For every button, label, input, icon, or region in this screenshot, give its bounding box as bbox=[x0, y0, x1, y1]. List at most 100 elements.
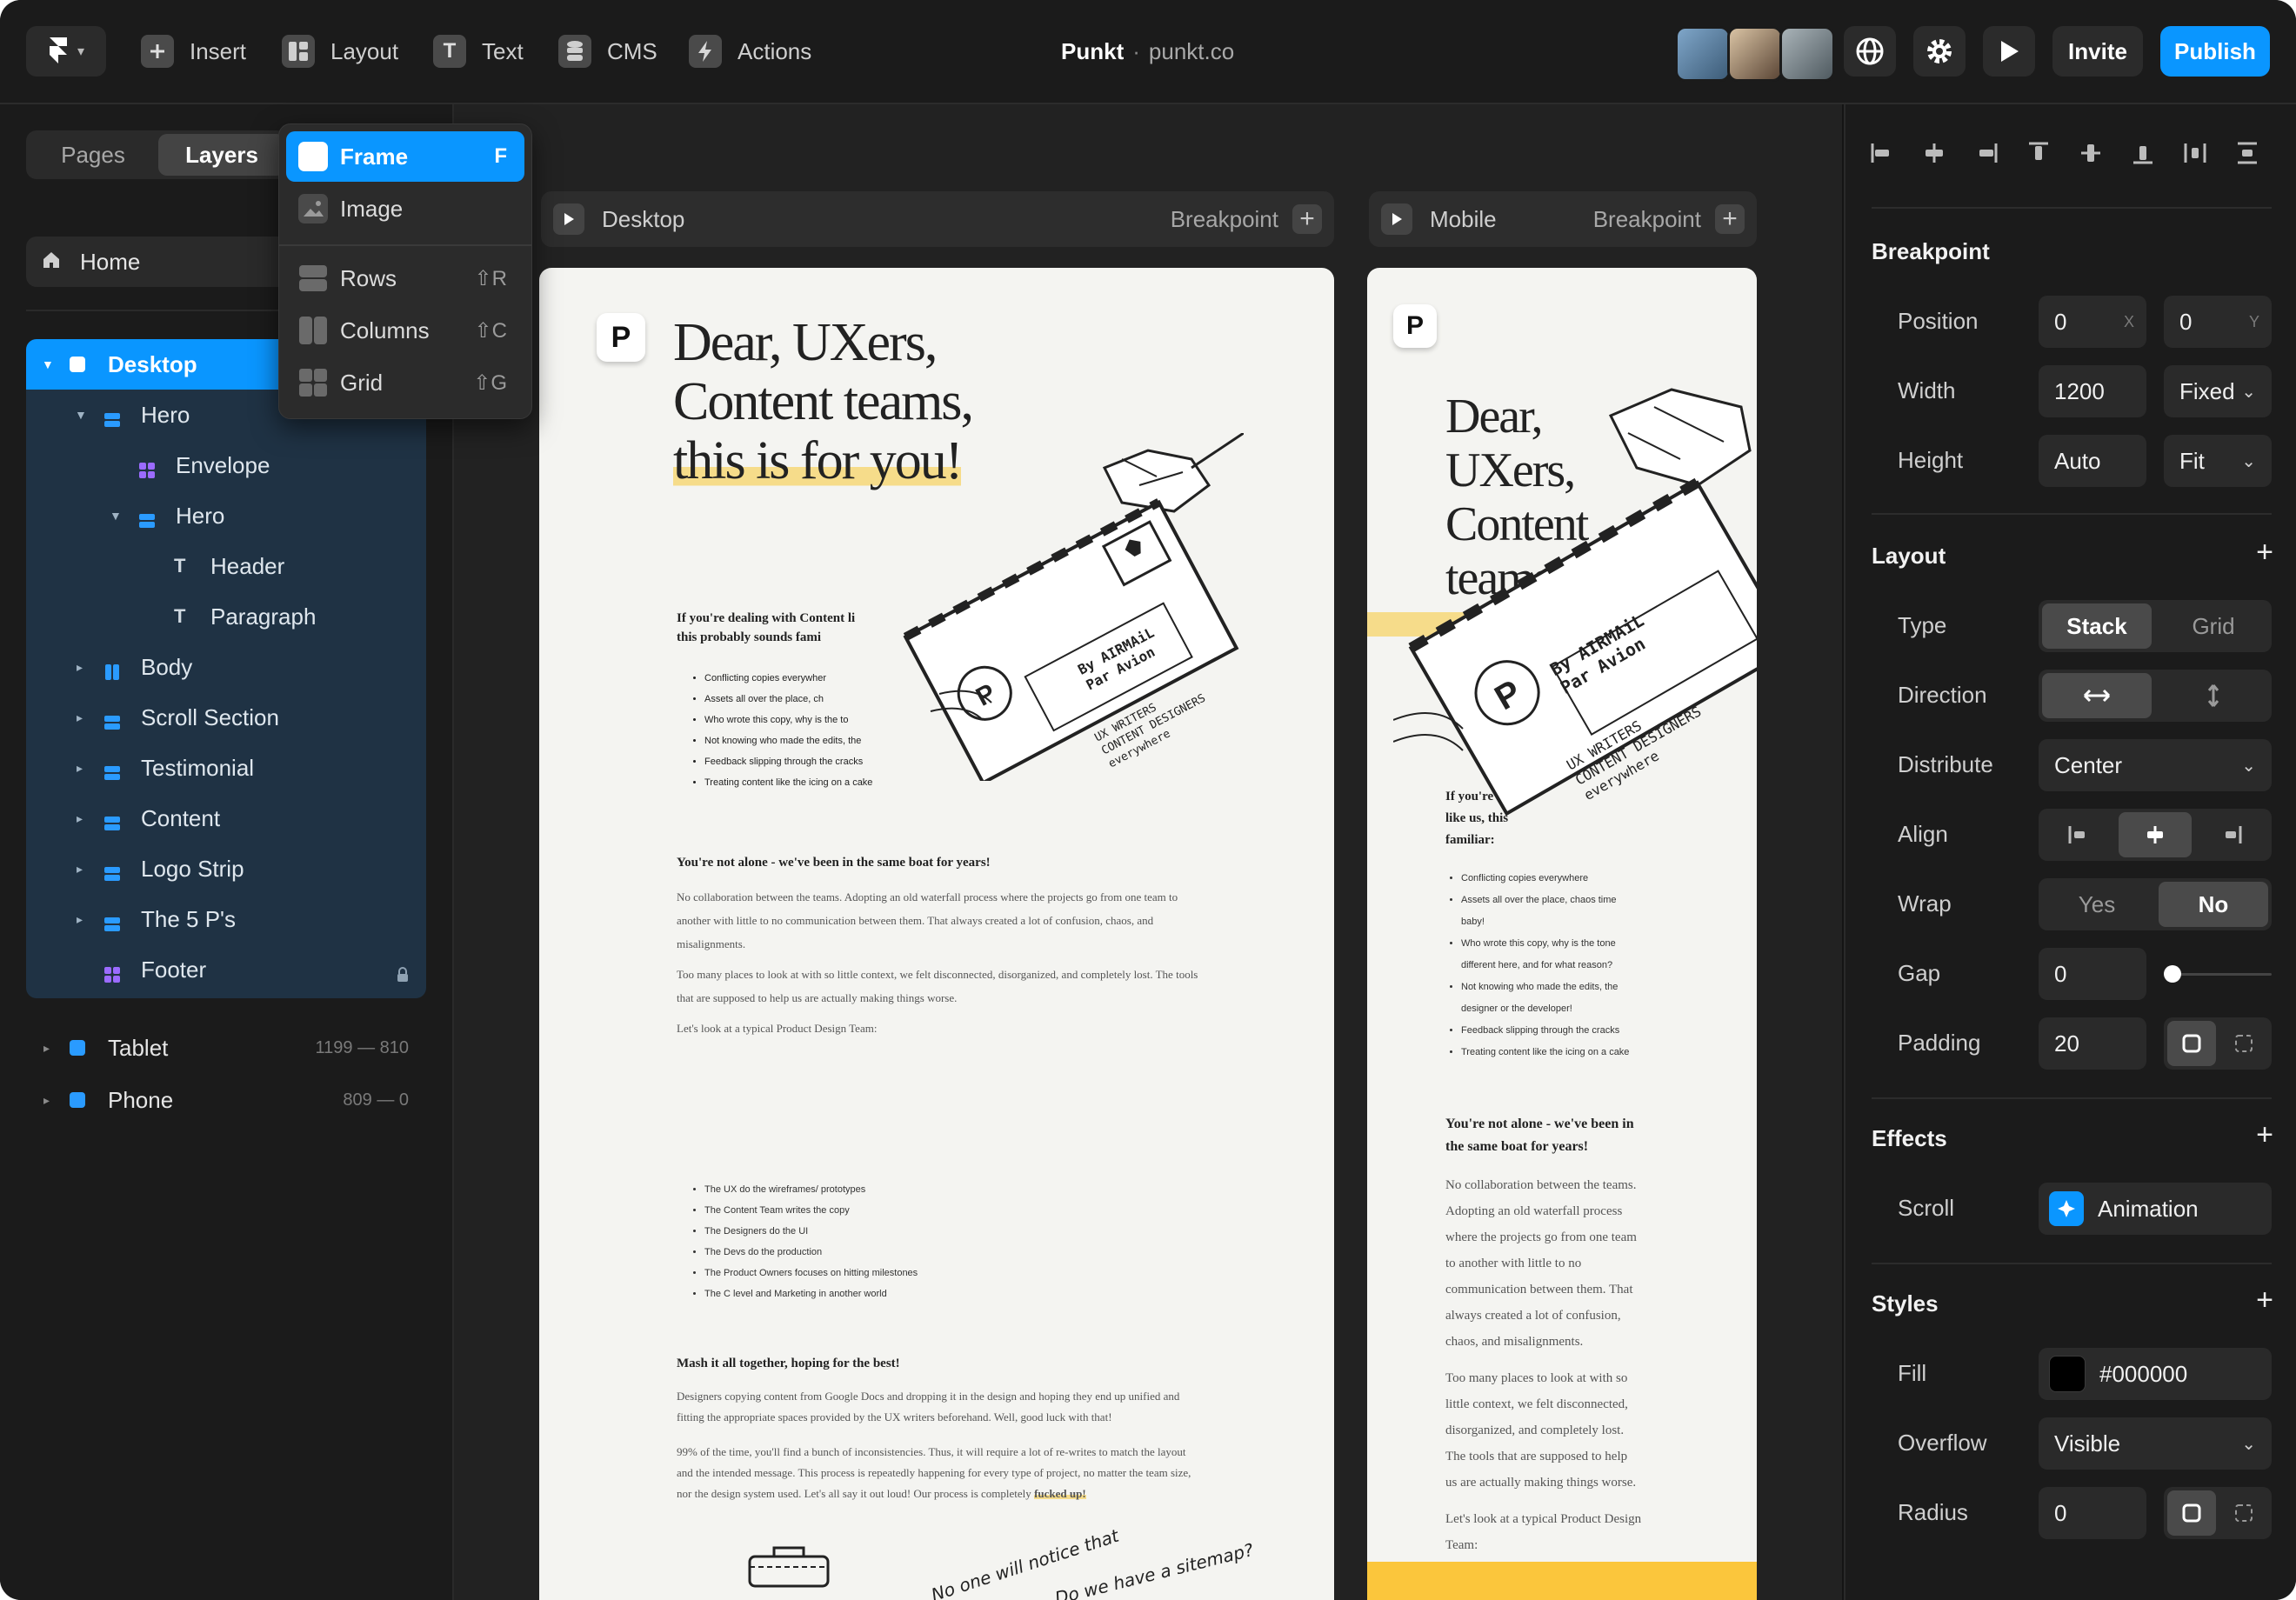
direction-toggle bbox=[2039, 670, 2272, 722]
menu-item-columns[interactable]: Columns ⇧C bbox=[286, 305, 524, 356]
padding-uniform[interactable] bbox=[2167, 1021, 2216, 1066]
overflow-select[interactable]: Visible ⌄ bbox=[2039, 1417, 2272, 1470]
radius-uniform[interactable] bbox=[2167, 1490, 2216, 1536]
play-icon[interactable] bbox=[553, 203, 584, 235]
stack-icon bbox=[104, 407, 120, 427]
main-menu-button[interactable]: ▾ bbox=[26, 26, 106, 77]
layer-content[interactable]: ▸ Content bbox=[26, 793, 426, 843]
menu-item-grid[interactable]: Grid ⇧G bbox=[286, 357, 524, 408]
direction-label: Direction bbox=[1898, 682, 1987, 708]
layer-body[interactable]: ▸ Body bbox=[26, 642, 426, 692]
direction-horizontal[interactable] bbox=[2042, 673, 2152, 718]
caret-right-icon: ▸ bbox=[77, 760, 83, 775]
fill-color-input[interactable]: #000000 bbox=[2039, 1348, 2272, 1400]
layer-paragraph[interactable]: T Paragraph bbox=[26, 591, 426, 642]
add-breakpoint-button[interactable]: + bbox=[1292, 204, 1322, 234]
top-toolbar: ▾ Insert Layout T Text CMS Actions Punkt… bbox=[0, 0, 2296, 104]
type-option-stack[interactable]: Stack bbox=[2042, 603, 2152, 649]
menu-item-image[interactable]: Image bbox=[286, 183, 524, 234]
layer-logo-strip[interactable]: ▸ Logo Strip bbox=[26, 843, 426, 894]
panel-tabs: Pages Layers bbox=[26, 130, 287, 179]
paragraph: No collaboration between the teams. Adop… bbox=[677, 890, 1178, 950]
layer-testimonial[interactable]: ▸ Testimonial bbox=[26, 743, 426, 793]
menu-item-rows[interactable]: Rows ⇧R bbox=[286, 253, 524, 303]
distribute-horizontal-icon[interactable] bbox=[2183, 141, 2207, 165]
plus-icon bbox=[141, 35, 174, 68]
layer-hero-inner[interactable]: ▼ Hero bbox=[26, 490, 426, 541]
settings-button[interactable] bbox=[1913, 26, 1966, 77]
divider bbox=[279, 244, 531, 246]
color-swatch bbox=[2049, 1356, 2086, 1392]
database-icon bbox=[558, 35, 591, 68]
distribute-vertical-icon[interactable] bbox=[2235, 141, 2259, 165]
caret-right-icon: ▸ bbox=[77, 710, 83, 724]
padding-input[interactable]: 20 bbox=[2039, 1017, 2146, 1070]
add-layout-button[interactable]: + bbox=[2256, 536, 2273, 570]
layer-the-5-ps[interactable]: ▸ The 5 P's bbox=[26, 894, 426, 944]
mobile-frame-header[interactable]: Mobile Breakpoint + bbox=[1369, 191, 1757, 247]
invite-button[interactable]: Invite bbox=[2052, 26, 2143, 77]
lock-icon[interactable] bbox=[397, 962, 409, 989]
add-style-button[interactable]: + bbox=[2256, 1283, 2273, 1317]
desktop-frame-header[interactable]: Desktop Breakpoint + bbox=[541, 191, 1334, 247]
wrap-option-yes[interactable]: Yes bbox=[2042, 882, 2152, 927]
gap-slider-handle[interactable] bbox=[2164, 965, 2181, 983]
align-center[interactable] bbox=[2119, 812, 2192, 857]
gap-slider-track[interactable] bbox=[2169, 973, 2272, 976]
menu-item-frame[interactable]: Frame F bbox=[286, 131, 524, 182]
radius-individual[interactable] bbox=[2219, 1490, 2268, 1536]
align-end[interactable] bbox=[2195, 812, 2268, 857]
avatar[interactable] bbox=[1727, 26, 1783, 82]
layer-phone[interactable]: ▸ Phone 809 — 0 bbox=[26, 1075, 426, 1125]
tab-layers[interactable]: Layers bbox=[158, 134, 285, 176]
preview-button[interactable] bbox=[1983, 26, 2035, 77]
height-mode-select[interactable]: Fit ⌄ bbox=[2164, 435, 2272, 487]
align-left-icon[interactable] bbox=[1870, 141, 1894, 165]
padding-individual[interactable] bbox=[2219, 1021, 2268, 1066]
align-top-icon[interactable] bbox=[2026, 141, 2051, 165]
layer-scroll-section[interactable]: ▸ Scroll Section bbox=[26, 692, 426, 743]
paragraph: 99% of the time, you'll find a bunch of … bbox=[677, 1445, 1191, 1500]
desktop-artboard[interactable]: P Dear, UXers, Content teams, this is fo… bbox=[539, 268, 1334, 1600]
align-right-icon[interactable] bbox=[1974, 141, 1999, 165]
width-input[interactable]: 1200 bbox=[2039, 365, 2146, 417]
insert-button[interactable]: Insert bbox=[141, 31, 246, 71]
align-start[interactable] bbox=[2042, 812, 2115, 857]
play-icon[interactable] bbox=[1381, 203, 1412, 235]
gap-input[interactable]: 0 bbox=[2039, 948, 2146, 1000]
layer-footer[interactable]: Footer bbox=[26, 944, 426, 995]
layer-header[interactable]: T Header bbox=[26, 541, 426, 591]
type-option-grid[interactable]: Grid bbox=[2159, 603, 2268, 649]
direction-vertical[interactable] bbox=[2159, 673, 2268, 718]
canvas[interactable]: Desktop Breakpoint + Mobile Breakpoint +… bbox=[454, 104, 1842, 1600]
add-effect-button[interactable]: + bbox=[2256, 1118, 2273, 1152]
arrow-vertical-icon bbox=[2207, 684, 2219, 707]
add-breakpoint-button[interactable]: + bbox=[1715, 204, 1745, 234]
radius-input[interactable]: 0 bbox=[2039, 1487, 2146, 1539]
align-center-h-icon[interactable] bbox=[1922, 141, 1946, 165]
avatar[interactable] bbox=[1675, 26, 1731, 82]
align-bottom-icon[interactable] bbox=[2131, 141, 2155, 165]
height-input[interactable]: Auto bbox=[2039, 435, 2146, 487]
section-title-styles: Styles bbox=[1872, 1290, 1939, 1317]
publish-button[interactable]: Publish bbox=[2160, 26, 2270, 77]
position-y-input[interactable]: 0 Y bbox=[2164, 296, 2272, 348]
square-icon bbox=[2182, 1034, 2201, 1053]
actions-button[interactable]: Actions bbox=[689, 31, 811, 71]
input-value: Auto bbox=[2054, 447, 2101, 474]
layout-button[interactable]: Layout bbox=[282, 31, 398, 71]
width-mode-select[interactable]: Fixed ⌄ bbox=[2164, 365, 2272, 417]
scroll-animation-button[interactable]: Animation bbox=[2039, 1183, 2272, 1235]
globe-button[interactable] bbox=[1844, 26, 1896, 77]
tab-pages[interactable]: Pages bbox=[30, 134, 157, 176]
avatar[interactable] bbox=[1779, 26, 1835, 82]
distribute-select[interactable]: Center ⌄ bbox=[2039, 739, 2272, 791]
layer-tablet[interactable]: ▸ Tablet 1199 — 810 bbox=[26, 1023, 426, 1073]
layer-envelope[interactable]: Envelope bbox=[26, 440, 426, 490]
mobile-artboard[interactable]: P Dear, UXers, Content teams P By AIRMAi… bbox=[1367, 268, 1757, 1600]
position-x-input[interactable]: 0 X bbox=[2039, 296, 2146, 348]
wrap-option-no[interactable]: No bbox=[2159, 882, 2268, 927]
align-center-v-icon[interactable] bbox=[2079, 141, 2103, 165]
text-button[interactable]: T Text bbox=[433, 31, 524, 71]
cms-button[interactable]: CMS bbox=[558, 31, 657, 71]
